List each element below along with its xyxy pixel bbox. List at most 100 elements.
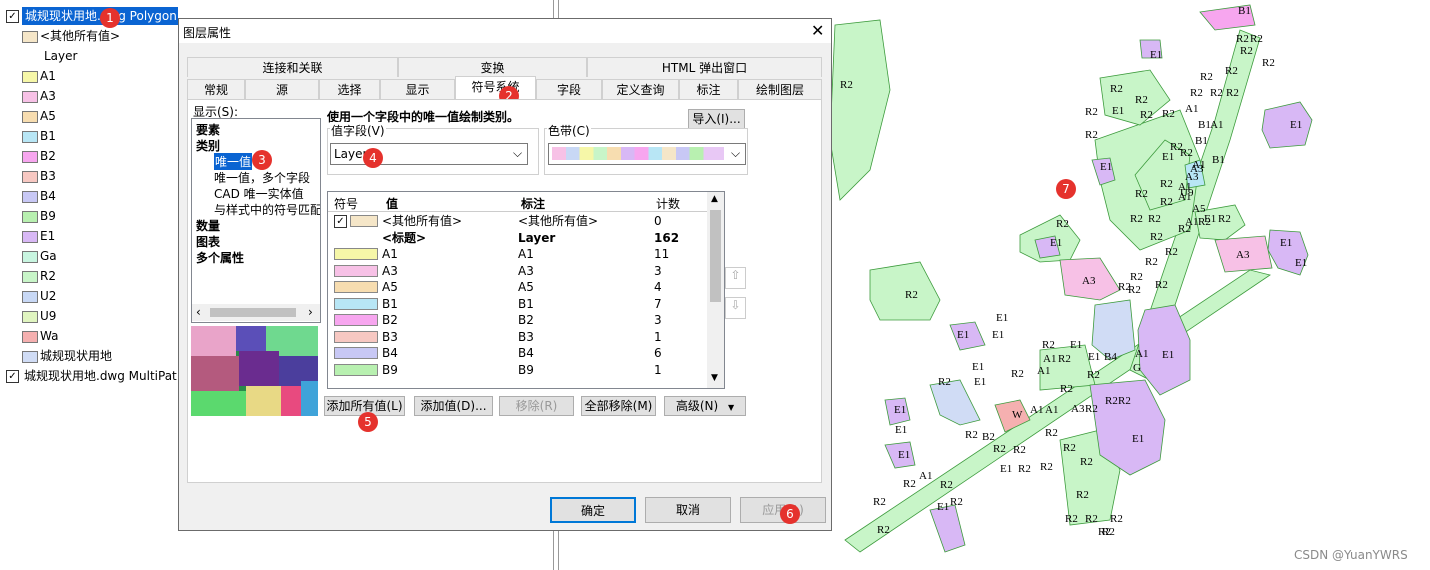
add-values-button[interactable]: 添加值(D)... — [414, 396, 493, 416]
remove-all-button[interactable]: 全部移除(M) — [581, 396, 656, 416]
legend-swatch[interactable] — [22, 91, 38, 103]
row-symbol-swatch[interactable] — [334, 330, 378, 343]
dialog-title: 图层属性 — [183, 26, 232, 40]
import-button[interactable]: 导入(I)... — [688, 109, 745, 129]
legend-swatch[interactable] — [22, 111, 38, 123]
tab-definition-query[interactable]: 定义查询 — [602, 79, 679, 99]
color-ramp-swatch — [552, 147, 724, 160]
col-header-label[interactable]: 标注 — [521, 195, 545, 212]
scroll-down-icon[interactable]: ▼ — [711, 373, 718, 383]
tree-cad-unique-values[interactable]: CAD 唯一实体值 — [214, 185, 304, 202]
color-ramp-select[interactable]: ⌵ — [548, 143, 746, 165]
map-label: R2 — [1085, 403, 1098, 415]
move-down-icon[interactable]: ⇩ — [725, 297, 746, 319]
map-label: A3 — [1071, 403, 1085, 415]
tree-quantities[interactable]: 数量 — [196, 217, 220, 234]
legend-swatch[interactable] — [22, 131, 38, 143]
legend-swatch[interactable] — [22, 231, 38, 243]
tab-general[interactable]: 常规 — [187, 79, 245, 99]
tab-symbology[interactable]: 符号系统 — [455, 76, 536, 100]
tree-unique-values-many-fields[interactable]: 唯一值，多个字段 — [214, 169, 310, 186]
tab-source[interactable]: 源 — [245, 79, 319, 99]
layer2-name[interactable]: 城规现状用地.dwg MultiPat — [24, 367, 177, 385]
row-label: B2 — [518, 313, 534, 327]
col-header-value[interactable]: 值 — [386, 195, 398, 212]
table-row[interactable]: B3 B3 1 — [328, 329, 706, 346]
tree-multiple-attributes[interactable]: 多个属性 — [196, 249, 244, 266]
renderer-tree[interactable]: 要素 类别 唯一值 唯一值，多个字段 CAD 唯一实体值 与样式中的符号匹配 数… — [191, 118, 321, 323]
tab-labels[interactable]: 标注 — [679, 79, 738, 99]
tree-charts[interactable]: 图表 — [196, 233, 220, 250]
move-up-icon[interactable]: ⇧ — [725, 267, 746, 289]
table-row[interactable]: <标题> Layer 162 — [328, 230, 706, 247]
scroll-thumb[interactable] — [710, 210, 721, 302]
ok-button[interactable]: 确定 — [550, 497, 636, 523]
table-row[interactable]: B2 B2 3 — [328, 312, 706, 329]
row-symbol-swatch[interactable] — [350, 215, 378, 227]
row-checkbox[interactable]: ✓ — [334, 215, 347, 228]
legend-swatch[interactable] — [22, 271, 38, 283]
tab-transform[interactable]: 变换 — [398, 57, 587, 77]
scroll-right-icon[interactable]: › — [308, 305, 313, 319]
tab-fields[interactable]: 字段 — [536, 79, 602, 99]
tree-hscrollbar[interactable]: ‹ › — [192, 304, 320, 321]
table-row[interactable]: A3 A3 3 — [328, 263, 706, 280]
row-symbol-swatch[interactable] — [334, 363, 378, 376]
remove-button[interactable]: 移除(R) — [499, 396, 574, 416]
col-header-count[interactable]: 计数 — [656, 195, 680, 212]
advanced-button[interactable]: 高级(N) ▼ — [664, 396, 746, 416]
scroll-left-icon[interactable]: ‹ — [196, 305, 201, 319]
table-of-contents: ✓ 城规现状用地.dwg Polygon 1 <其他所有值> Layer A1 A3 A… — [0, 0, 178, 570]
tab-draw-layer[interactable]: 绘制图层 — [738, 79, 822, 99]
col-header-symbol[interactable]: 符号 — [334, 195, 358, 212]
tree-features[interactable]: 要素 — [196, 121, 220, 138]
row-count: 1 — [654, 329, 662, 344]
value-field-select[interactable]: Layer ⌵ — [330, 143, 528, 165]
close-icon[interactable]: ✕ — [811, 21, 824, 40]
legend-swatch[interactable] — [22, 331, 38, 343]
legend-swatch[interactable] — [22, 151, 38, 163]
values-table[interactable]: 符号 值 标注 计数 ✓ <其他所有值> <其他所有值> 0 <标题> Layer 162 A… — [327, 191, 725, 389]
layer2-visibility-checkbox[interactable]: ✓ — [6, 370, 19, 383]
row-symbol-swatch[interactable] — [334, 297, 378, 310]
chevron-down-icon: ⌵ — [731, 146, 741, 160]
row-symbol-swatch[interactable] — [334, 248, 378, 260]
table-row[interactable]: B1 B1 7 — [328, 296, 706, 313]
table-row[interactable]: B4 B4 6 — [328, 345, 706, 362]
legend-swatch[interactable] — [22, 171, 38, 183]
tree-match-style[interactable]: 与样式中的符号匹配 — [214, 201, 320, 218]
table-row[interactable]: ✓ <其他所有值> <其他所有值> 0 — [328, 213, 706, 230]
row-symbol-swatch[interactable] — [334, 264, 378, 277]
map-label: E1 — [1088, 351, 1100, 363]
table-vscrollbar[interactable]: ▲ ▼ — [707, 192, 724, 388]
legend-swatch[interactable] — [22, 191, 38, 203]
tree-unique-values[interactable]: 唯一值 — [214, 153, 253, 170]
map-label: R2 — [1102, 526, 1115, 538]
legend-swatch[interactable] — [22, 251, 38, 263]
row-symbol-swatch[interactable] — [334, 314, 378, 326]
table-row[interactable]: A1 A1 11 — [328, 246, 706, 263]
scroll-thumb[interactable] — [210, 308, 296, 317]
cancel-button[interactable]: 取消 — [645, 497, 731, 523]
legend-swatch[interactable] — [22, 291, 38, 303]
tab-display[interactable]: 显示 — [380, 79, 455, 99]
tab-html-popup[interactable]: HTML 弹出窗口 — [587, 57, 822, 77]
row-count: 6 — [654, 346, 662, 360]
legend-swatch[interactable] — [22, 211, 38, 223]
map-label: R2 — [1190, 87, 1203, 99]
legend-swatch[interactable] — [22, 31, 38, 43]
legend-swatch[interactable] — [22, 351, 38, 363]
map-label: R2 — [1013, 444, 1026, 456]
tab-join-relate[interactable]: 连接和关联 — [187, 57, 398, 77]
row-symbol-swatch[interactable] — [334, 347, 378, 359]
scroll-up-icon[interactable]: ▲ — [711, 194, 718, 204]
table-row[interactable]: A5 A5 4 — [328, 279, 706, 296]
legend-swatch[interactable] — [22, 71, 38, 83]
legend-swatch[interactable] — [22, 311, 38, 323]
map-label: E1 — [1000, 463, 1012, 475]
tab-selection[interactable]: 选择 — [319, 79, 380, 99]
tree-categories[interactable]: 类别 — [196, 137, 220, 154]
layer1-visibility-checkbox[interactable]: ✓ — [6, 10, 19, 23]
table-row[interactable]: B9 B9 1 — [328, 362, 706, 379]
row-symbol-swatch[interactable] — [334, 281, 378, 293]
